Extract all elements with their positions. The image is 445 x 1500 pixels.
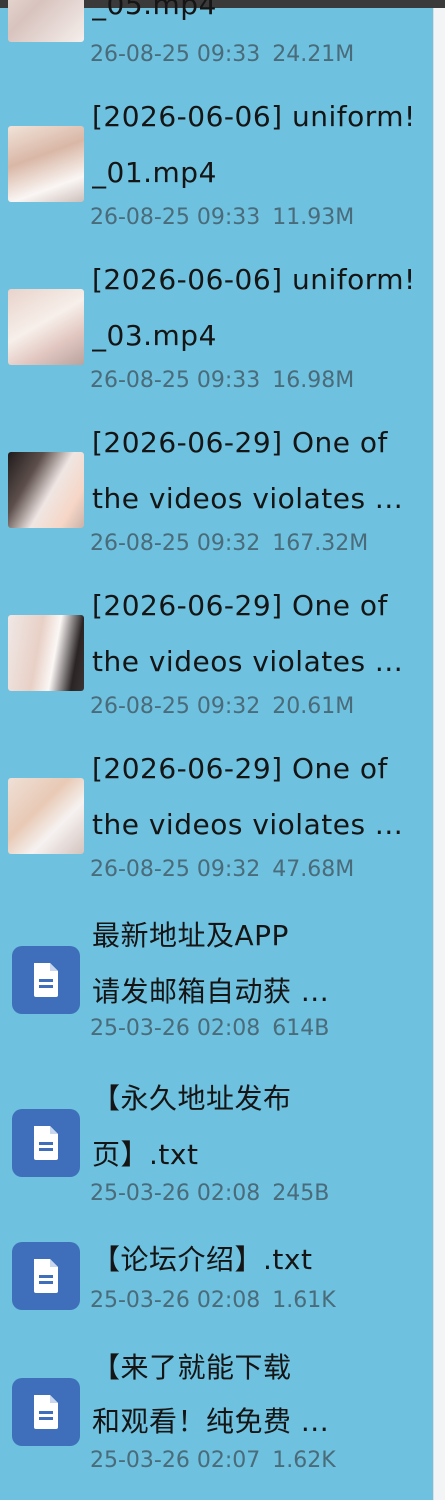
file-date: 25-03-26 02:08 bbox=[90, 1181, 261, 1206]
file-name-line1: [2026-06-06] uniform! bbox=[92, 100, 416, 133]
file-name-line2: 页】.txt bbox=[92, 1138, 199, 1171]
document-file-icon bbox=[12, 946, 80, 1014]
file-date: 26-08-25 09:32 bbox=[90, 694, 261, 719]
file-size: 245B bbox=[272, 1181, 330, 1206]
video-thumbnail bbox=[8, 0, 84, 42]
file-name-line2: the videos violates ... bbox=[92, 645, 404, 678]
document-file-icon bbox=[12, 1242, 80, 1310]
file-name-line1: 【永久地址发布 bbox=[92, 1082, 292, 1115]
file-list-item[interactable]: [2026-06-29] One of the videos violates … bbox=[0, 418, 433, 568]
file-meta: 26-08-25 09:33 16.98M bbox=[90, 368, 354, 393]
file-meta: 26-08-25 09:32 167.32M bbox=[90, 531, 368, 556]
file-date: 25-03-26 02:07 bbox=[90, 1448, 261, 1473]
file-list-item[interactable]: [2026-06-29] One of the videos violates … bbox=[0, 581, 433, 731]
file-size: 614B bbox=[272, 1016, 330, 1041]
file-meta: 26-08-25 09:32 47.68M bbox=[90, 857, 354, 882]
scrollbar[interactable] bbox=[433, 8, 445, 1500]
video-thumbnail bbox=[8, 778, 84, 854]
file-name-line2: 和观看！纯免费 ... bbox=[92, 1405, 330, 1438]
file-meta: 25-03-26 02:08 1.61K bbox=[90, 1288, 336, 1313]
document-file-icon bbox=[12, 1109, 80, 1177]
file-size: 167.32M bbox=[272, 531, 369, 556]
file-date: 26-08-25 09:33 bbox=[90, 205, 261, 230]
file-name-line2: 请发邮箱自动获 ... bbox=[92, 975, 330, 1008]
file-list-item[interactable]: [2026-06-29] One of the videos violates … bbox=[0, 744, 433, 894]
file-date: 26-08-25 09:32 bbox=[90, 857, 261, 882]
file-name-line1: 【论坛介绍】.txt bbox=[92, 1243, 313, 1276]
file-size: 1.61K bbox=[272, 1288, 336, 1313]
file-name-line2: the videos violates ... bbox=[92, 482, 404, 515]
file-list-item[interactable]: 【论坛介绍】.txt 25-03-26 02:08 1.61K bbox=[0, 1232, 433, 1332]
file-size: 47.68M bbox=[272, 857, 355, 882]
video-thumbnail bbox=[8, 615, 84, 691]
video-thumbnail bbox=[8, 452, 84, 528]
file-meta: 26-08-25 09:33 11.93M bbox=[90, 205, 354, 230]
file-list-item[interactable]: 【来了就能下载 和观看！纯免费 ... 25-03-26 02:07 1.62K bbox=[0, 1340, 433, 1490]
file-meta: 25-03-26 02:08 245B bbox=[90, 1181, 329, 1206]
file-size: 20.61M bbox=[272, 694, 355, 719]
file-list-item[interactable]: 最新地址及APP 请发邮箱自动获 ... 25-03-26 02:08 614B bbox=[0, 906, 433, 1056]
file-list-item[interactable]: 【永久地址发布 页】.txt 25-03-26 02:08 245B bbox=[0, 1069, 433, 1219]
file-date: 25-03-26 02:08 bbox=[90, 1288, 261, 1313]
document-file-icon bbox=[12, 1378, 80, 1446]
file-name-line2: _03.mp4 bbox=[92, 319, 217, 352]
file-name-line1: _05.mp4 bbox=[92, 0, 217, 21]
file-meta: 26-08-25 09:32 20.61M bbox=[90, 694, 354, 719]
file-meta: 25-03-26 02:08 614B bbox=[90, 1016, 329, 1041]
file-name-line2: the videos violates ... bbox=[92, 808, 404, 841]
file-name-line1: [2026-06-06] uniform! bbox=[92, 263, 416, 296]
file-date: 25-03-26 02:08 bbox=[90, 1016, 261, 1041]
file-name-line1: 【来了就能下载 bbox=[92, 1351, 292, 1384]
file-date: 26-08-25 09:32 bbox=[90, 531, 261, 556]
file-size: 24.21M bbox=[272, 42, 355, 67]
file-date: 26-08-25 09:33 bbox=[90, 368, 261, 393]
file-name-line1: [2026-06-29] One of bbox=[92, 589, 388, 622]
file-meta: 25-03-26 02:07 1.62K bbox=[90, 1448, 336, 1473]
file-size: 11.93M bbox=[272, 205, 355, 230]
file-size: 1.62K bbox=[272, 1448, 336, 1473]
file-date: 26-08-25 09:33 bbox=[90, 42, 261, 67]
file-name-line1: [2026-06-29] One of bbox=[92, 752, 388, 785]
file-list-item[interactable]: [2026-06-06] uniform! _03.mp4 26-08-25 0… bbox=[0, 255, 433, 405]
file-name-line1: 最新地址及APP bbox=[92, 919, 289, 952]
file-name-line1: [2026-06-29] One of bbox=[92, 426, 388, 459]
file-name-line2: _01.mp4 bbox=[92, 156, 217, 189]
file-size: 16.98M bbox=[272, 368, 355, 393]
file-list: _05.mp4 26-08-25 09:33 24.21M [2026-06-06… bbox=[0, 0, 433, 1500]
video-thumbnail bbox=[8, 126, 84, 202]
file-meta: 26-08-25 09:33 24.21M bbox=[90, 42, 354, 67]
video-thumbnail bbox=[8, 289, 84, 365]
file-list-item[interactable]: _05.mp4 26-08-25 09:33 24.21M bbox=[0, 0, 433, 74]
file-list-item[interactable]: [2026-06-06] uniform! _01.mp4 26-08-25 0… bbox=[0, 92, 433, 242]
